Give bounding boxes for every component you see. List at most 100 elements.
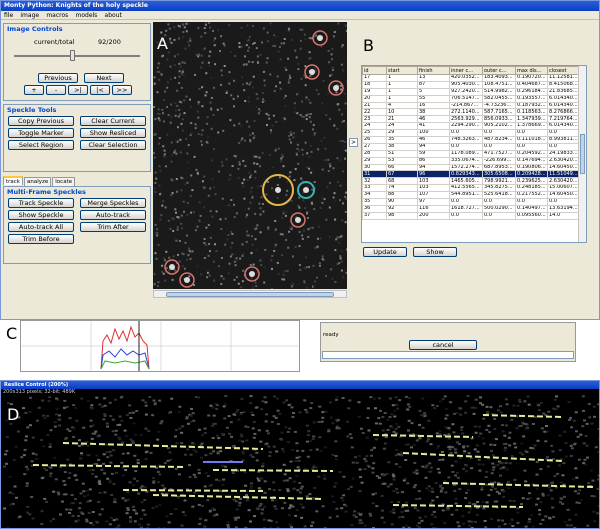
table-cell[interactable]: 1572.274... xyxy=(449,163,483,172)
table-cell[interactable]: 66 xyxy=(386,163,418,172)
table-cell[interactable]: 25 xyxy=(362,129,387,138)
table-cell[interactable]: 21.83685... xyxy=(547,87,581,96)
table-cell[interactable]: 37 xyxy=(362,211,387,220)
table-cell[interactable]: 0.140497... xyxy=(515,204,548,213)
table-cell[interactable]: 0.0 xyxy=(482,198,516,206)
table-cell[interactable]: 8.415068... xyxy=(547,80,581,89)
table-cell[interactable]: 1 xyxy=(386,87,418,96)
table-row[interactable]: 32 68 103 1465.605... 798.9921... 0.239625...… xyxy=(362,177,581,186)
table-cell[interactable]: 272.1140... xyxy=(449,108,483,117)
table-cell[interactable]: 1.347939... xyxy=(515,115,548,124)
table-cell[interactable]: 2.630420... xyxy=(547,156,581,165)
table-row[interactable]: 23 21 46 2563.929... 856.0933... 1.347939... 7… xyxy=(362,115,581,124)
table-row[interactable]: 20 1 55 706.5147... 582.0455... 0.193557... 6.… xyxy=(362,94,581,103)
table-cell[interactable]: 525.6418... xyxy=(482,191,516,200)
table-cell[interactable]: 108.4751... xyxy=(482,80,516,89)
table-cell[interactable]: 471.7527... xyxy=(482,149,516,158)
table-cell[interactable]: 86 xyxy=(417,156,450,165)
table-cell[interactable]: 0.0 xyxy=(515,198,548,206)
minus-button[interactable]: - xyxy=(46,85,66,95)
menu-macros[interactable]: macros xyxy=(46,12,68,19)
table-vertical-scrollbar[interactable] xyxy=(578,66,586,242)
table-cell[interactable]: 92 xyxy=(386,204,418,213)
table-cell[interactable]: 0.111018... xyxy=(515,136,548,144)
table-cell[interactable]: 90 xyxy=(386,198,418,206)
table-cell[interactable]: 748.3263... xyxy=(449,136,483,144)
auto-track-all-button[interactable]: Auto-track All xyxy=(8,222,74,232)
speckle-marker[interactable] xyxy=(164,259,180,275)
table-cell[interactable]: 2294.290... xyxy=(449,122,483,131)
transfer-arrow-button[interactable]: > xyxy=(349,138,358,147)
table-cell[interactable]: 927.2420... xyxy=(449,87,483,96)
table-cell[interactable]: 0.118563... xyxy=(515,108,548,117)
table-cell[interactable]: 0.190806... xyxy=(515,163,548,172)
table-cell[interactable]: 107 xyxy=(417,191,450,200)
table-cell[interactable]: 0.0 xyxy=(515,129,548,138)
table-cell[interactable]: 103 xyxy=(417,184,450,193)
table-row[interactable]: 17 1 13 420.0352... 183.4093... 0.190720... 11… xyxy=(362,74,581,82)
table-cell[interactable]: 33 xyxy=(362,184,387,193)
table-cell[interactable]: 0.248185... xyxy=(515,184,548,193)
step-forward-button[interactable]: >| xyxy=(68,85,88,95)
table-cell[interactable]: 51 xyxy=(386,149,418,158)
column-header[interactable]: inner c... xyxy=(449,66,483,75)
table-cell[interactable]: 798.9921... xyxy=(482,177,516,186)
table-cell[interactable]: 0.0 xyxy=(482,129,516,138)
table-cell[interactable]: 19 xyxy=(362,87,387,96)
table-cell[interactable]: 7.219764... xyxy=(547,115,581,124)
frame-slider-track[interactable] xyxy=(14,55,140,57)
table-cell[interactable]: 8.993811... xyxy=(547,136,581,144)
kymograph-image[interactable] xyxy=(3,395,599,528)
table-cell[interactable]: 706.5147... xyxy=(449,94,483,103)
table-cell[interactable]: 0.0 xyxy=(449,142,483,151)
table-row[interactable]: 34 88 107 544.8951... 525.6418... 0.217552...… xyxy=(362,191,581,200)
table-cell[interactable]: 0.187932... xyxy=(515,101,548,110)
table-row[interactable]: 18 1 87 905.4030... 108.4751... 0.404687... 8.… xyxy=(362,80,581,89)
table-cell[interactable]: 0.0 xyxy=(482,211,516,220)
table-row[interactable]: 21 4 16 -214.867... -4.73236... 0.187932... 6.… xyxy=(362,101,581,110)
table-row[interactable]: 30 66 94 1572.274... 687.8953... 0.190806... 1… xyxy=(362,163,581,172)
image-horizontal-scrollbar[interactable] xyxy=(153,290,347,298)
table-row[interactable]: 25 29 100 0.0 0.0 0.0 0.0 xyxy=(362,129,581,138)
trim-before-button[interactable]: Trim Before xyxy=(8,234,74,244)
table-cell[interactable]: 74 xyxy=(386,184,418,193)
table-cell[interactable]: 0.829343... xyxy=(449,170,483,179)
table-cell[interactable]: 0.217552... xyxy=(515,191,548,200)
table-cell[interactable]: 0.0 xyxy=(547,142,581,151)
column-header[interactable]: outer c... xyxy=(482,66,516,75)
table-cell[interactable]: 116 xyxy=(417,204,450,213)
table-row[interactable]: 35 90 97 0.0 0.0 0.0 0.0 xyxy=(362,198,581,206)
table-cell[interactable]: 905.4030... xyxy=(449,80,483,89)
toggle-marker-button[interactable]: Toggle Marker xyxy=(8,128,74,138)
table-row[interactable]: 28 51 59 1178.089... 471.7527... 0.204592... 2… xyxy=(362,149,581,158)
table-cell[interactable]: 0.0 xyxy=(449,129,483,138)
table-cell[interactable]: 28 xyxy=(362,149,387,158)
table-cell[interactable]: 67 xyxy=(386,170,418,179)
table-cell[interactable]: 94 xyxy=(417,142,450,151)
column-header[interactable]: closest xyxy=(547,66,581,75)
table-cell[interactable]: -214.867... xyxy=(449,101,483,110)
clear-selection-button[interactable]: Clear Selection xyxy=(80,140,146,150)
merge-speckles-button[interactable]: Merge Speckles xyxy=(80,198,146,208)
table-cell[interactable]: 14.60450... xyxy=(547,163,581,172)
table-cell[interactable]: 2563.929... xyxy=(449,115,483,124)
table-cell[interactable]: 500.0290... xyxy=(482,204,516,213)
table-row[interactable]: 26 35 46 748.3263... 487.8234... 0.111018... 8… xyxy=(362,136,581,144)
table-cell[interactable]: 1.378669... xyxy=(515,122,548,131)
selected-speckle-marker[interactable] xyxy=(262,174,294,206)
table-cell[interactable]: 14.0 xyxy=(547,211,581,220)
table-cell[interactable]: 55 xyxy=(417,94,450,103)
table-cell[interactable]: 13 xyxy=(417,74,450,82)
frame-slider-thumb[interactable] xyxy=(69,50,75,61)
table-cell[interactable]: 46 xyxy=(417,136,450,144)
table-cell[interactable]: 0.239625... xyxy=(515,177,548,186)
table-cell[interactable]: 1 xyxy=(386,94,418,103)
column-header[interactable]: max dis... xyxy=(515,66,548,75)
table-cell[interactable]: 0.404687... xyxy=(515,80,548,89)
table-cell[interactable]: 0.0 xyxy=(515,142,548,151)
table-row[interactable]: 29 53 86 335.0674... -226.699... 0.147694... 2… xyxy=(362,156,581,165)
table-scroll-thumb[interactable] xyxy=(580,134,585,174)
table-cell[interactable]: 98 xyxy=(386,211,418,220)
speckle-image-view[interactable]: A xyxy=(153,22,347,289)
table-cell[interactable]: 0.0 xyxy=(449,211,483,220)
